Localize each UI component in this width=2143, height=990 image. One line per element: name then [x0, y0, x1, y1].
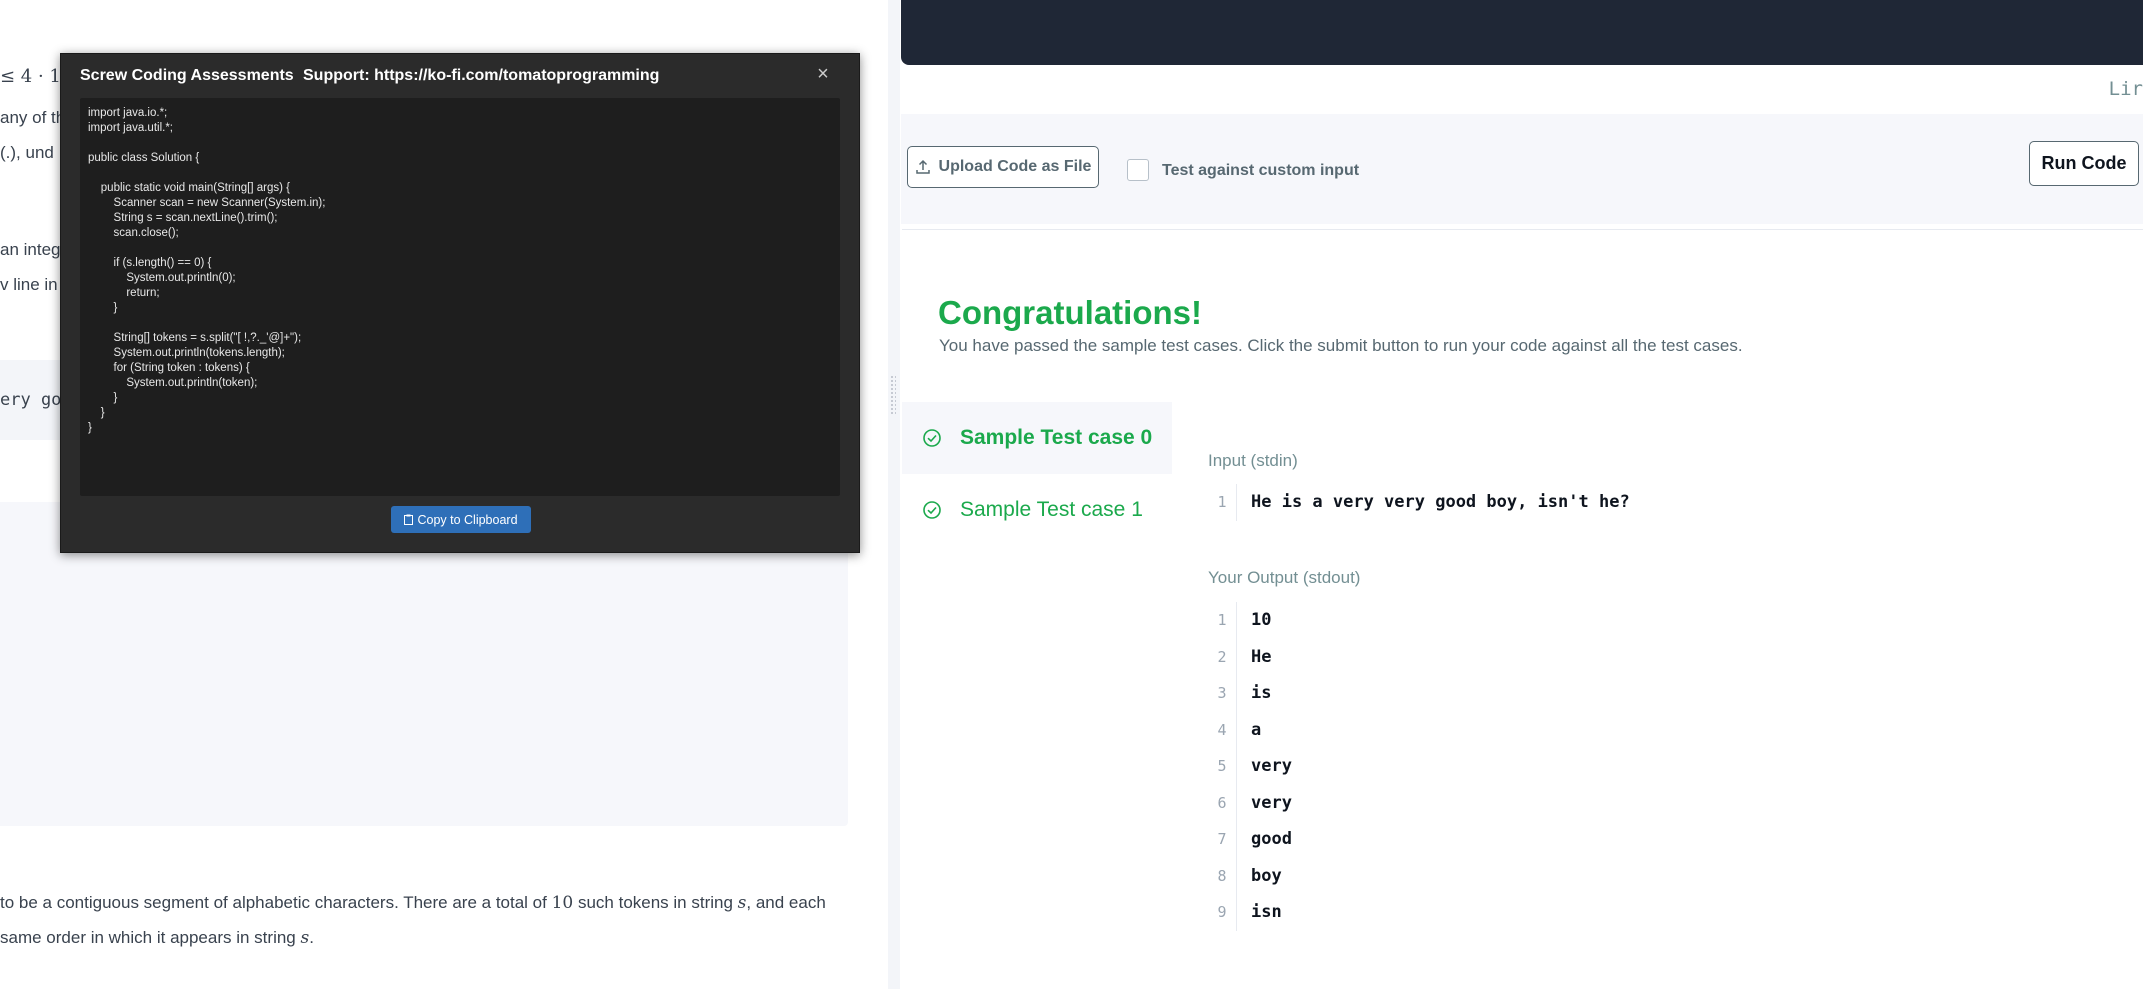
- stdin-block: 1 He is a very very good boy, isn't he?: [1208, 484, 2108, 521]
- stdout-line: 7 good: [1208, 821, 2108, 858]
- line-content: very: [1236, 748, 1292, 785]
- input-label: Input (stdin): [1208, 451, 1298, 470]
- output-label: Your Output (stdout): [1208, 568, 1361, 587]
- line-number: 6: [1217, 793, 1227, 812]
- test-case-list: Sample Test case 0 Sample Test case 1: [902, 402, 1172, 546]
- stdin-line: 1 He is a very very good boy, isn't he?: [1208, 484, 2108, 521]
- line-content: He is a very very good boy, isn't he?: [1236, 484, 1630, 521]
- code-editor[interactable]: [901, 0, 2143, 65]
- statement-fragment: (.), und: [0, 143, 54, 162]
- editor-toolbar: Upload Code as File Test against custom …: [901, 114, 2143, 224]
- result-title: Congratulations!: [938, 294, 1202, 331]
- line-content: good: [1236, 821, 1292, 858]
- upload-icon: [915, 159, 930, 174]
- upload-code-label: Upload Code as File: [938, 158, 1092, 175]
- line-content: He: [1236, 638, 1271, 675]
- copy-to-clipboard-button[interactable]: Copy to Clipboard: [391, 506, 531, 533]
- overlay-support-link[interactable]: Support: https://ko-fi.com/tomatoprogram…: [303, 67, 659, 85]
- solution-code: import java.io.*; import java.util.*; pu…: [88, 107, 326, 434]
- line-number: 8: [1217, 866, 1227, 885]
- stdout-line: 6 very: [1208, 784, 2108, 821]
- stdout-line: 3 is: [1208, 675, 2108, 712]
- test-case-label: Sample Test case 1: [960, 498, 1143, 521]
- test-case-tab-0[interactable]: Sample Test case 0: [902, 402, 1172, 474]
- statement-fragment: an integ: [0, 240, 61, 259]
- resize-handle[interactable]: [890, 375, 896, 415]
- line-number: 3: [1217, 684, 1227, 703]
- stdout-line: 9 isn: [1208, 894, 2108, 931]
- overlay-title: Screw Coding Assessments: [80, 67, 294, 84]
- test-results-panel: Congratulations! You have passed the sam…: [902, 229, 2143, 990]
- line-number: 5: [1217, 757, 1227, 776]
- line-number: 7: [1217, 830, 1227, 849]
- statement-fragment: v line in: [0, 275, 58, 294]
- check-circle-icon: [923, 501, 941, 519]
- solution-overlay-dialog: Screw Coding Assessments Support: https:…: [60, 53, 860, 553]
- run-code-button[interactable]: Run Code: [2029, 141, 2139, 186]
- line-content: 10: [1236, 602, 1271, 639]
- copy-label: Copy to Clipboard: [417, 512, 518, 527]
- line-content: a: [1236, 711, 1261, 748]
- test-case-tab-1[interactable]: Sample Test case 1: [902, 474, 1172, 546]
- stdout-line: 2 He: [1208, 638, 2108, 675]
- stdout-line: 1 10: [1208, 602, 2108, 639]
- line-content: boy: [1236, 857, 1282, 894]
- overlay-code-block[interactable]: import java.io.*; import java.util.*; pu…: [80, 98, 840, 496]
- explanation-line-1: to be a contiguous segment of alphabetic…: [0, 893, 826, 913]
- result-message: You have passed the sample test cases. C…: [939, 336, 1743, 355]
- line-number: 1: [1217, 611, 1227, 630]
- line-content: isn: [1236, 894, 1282, 931]
- line-content: very: [1236, 784, 1292, 821]
- line-number: 9: [1217, 903, 1227, 922]
- test-case-label: Sample Test case 0: [960, 426, 1153, 449]
- custom-input-label[interactable]: Test against custom input: [1162, 162, 1359, 180]
- stdout-block: 1 10 2 He 3 is 4a 5 very 6 very 7 good 8 boy 9i…: [1208, 602, 2108, 931]
- check-circle-icon: [923, 429, 941, 447]
- explanation-line-2: same order in which it appears in string…: [0, 928, 314, 948]
- close-icon[interactable]: ×: [813, 63, 833, 86]
- upload-code-button[interactable]: Upload Code as File: [907, 146, 1099, 188]
- line-content: is: [1236, 675, 1271, 712]
- clipboard-icon: [404, 514, 414, 525]
- panel-divider[interactable]: [888, 0, 900, 989]
- stdout-line: 8 boy: [1208, 857, 2108, 894]
- line-number: 1: [1217, 493, 1227, 512]
- line-number: 4: [1217, 720, 1227, 739]
- editor-status-bar: Lir: [901, 68, 2143, 114]
- custom-input-checkbox[interactable]: [1127, 159, 1149, 181]
- cursor-position: Lir: [2108, 78, 2143, 100]
- statement-fragment: any of th: [0, 108, 66, 127]
- line-number: 2: [1217, 647, 1227, 666]
- stdout-line: 5 very: [1208, 748, 2108, 785]
- stdout-line: 4a: [1208, 711, 2108, 748]
